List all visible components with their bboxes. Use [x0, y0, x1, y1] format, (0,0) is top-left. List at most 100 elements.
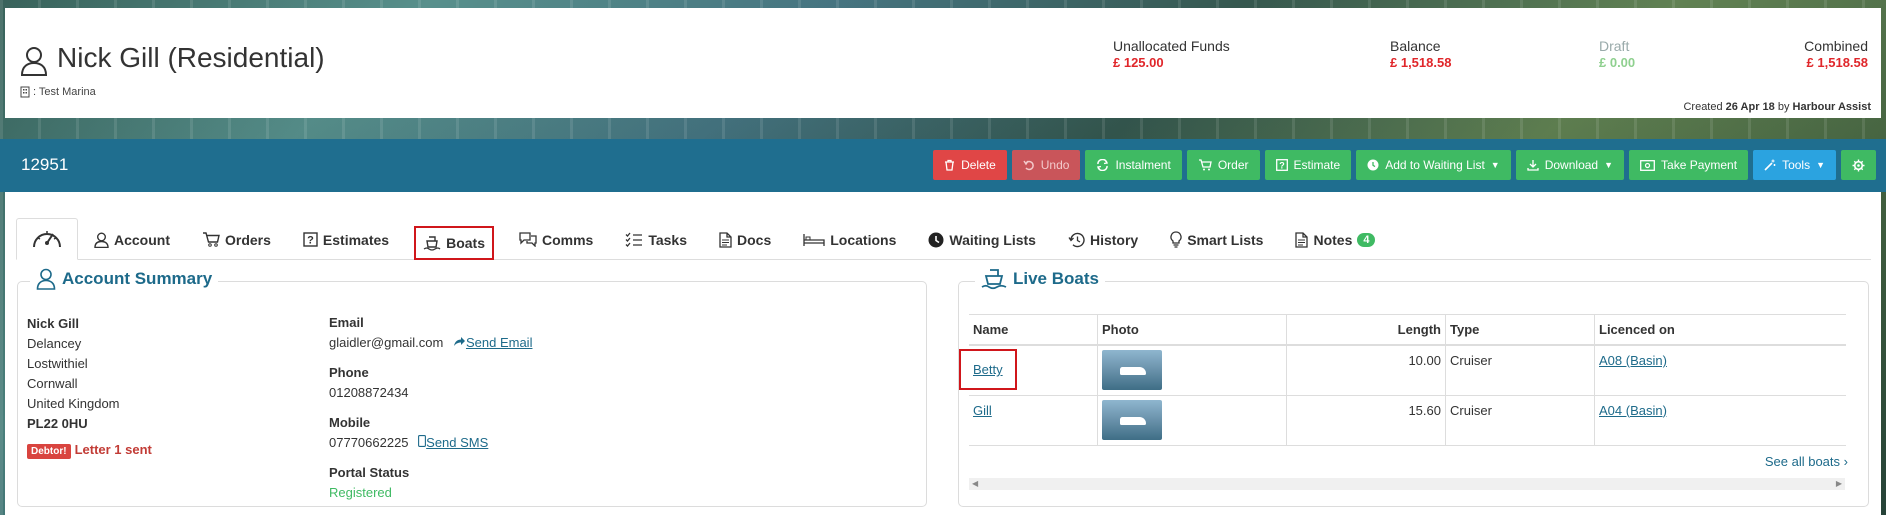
download-icon [1527, 160, 1539, 171]
created-by: Harbour Assist [1792, 101, 1871, 113]
document-icon [719, 231, 732, 248]
combined-value: £ 1,518.58 [1806, 55, 1868, 70]
draft-label: Draft [1599, 38, 1630, 54]
boat-photo[interactable] [1102, 350, 1162, 390]
caret-down-icon: ▼ [1490, 160, 1500, 170]
clock-icon [1367, 159, 1379, 171]
draft: Draft £ 0.00 [1599, 38, 1635, 70]
trash-icon [945, 159, 955, 171]
unallocated-funds-value: £ 125.00 [1113, 55, 1164, 70]
instalment-button[interactable]: Instalment [1085, 150, 1182, 180]
boat-photo[interactable] [1102, 399, 1162, 440]
tab-orders[interactable]: Orders [186, 219, 287, 260]
add-to-waiting-list-button[interactable]: Add to Waiting List ▼ [1356, 150, 1511, 180]
tab-comms[interactable]: Comms [503, 219, 609, 260]
delete-button[interactable]: Delete [933, 150, 1007, 180]
boat-length: 15.60 [1286, 395, 1446, 446]
portal-status-value: Registered [329, 485, 392, 500]
tab-history[interactable]: History [1052, 219, 1154, 260]
created-prefix: Created [1683, 101, 1723, 113]
balance-label: Balance [1390, 38, 1441, 54]
order-button[interactable]: Order [1186, 150, 1260, 180]
boats-table: Name Photo Length Type Licenced on Betty… [959, 314, 1846, 446]
download-button[interactable]: Download ▼ [1515, 150, 1625, 180]
tab-docs-label: Docs [737, 231, 772, 248]
tab-bar: Account Orders ? Estimates Boats Comms T… [16, 218, 1391, 260]
tab-notes[interactable]: Notes 4 [1279, 219, 1391, 260]
waiting-list-label: Add to Waiting List [1385, 158, 1485, 172]
contact-details: Email glaidler@gmail.com Send Email Phon… [329, 313, 532, 503]
licence-location-link[interactable]: A04 (Basin) [1599, 403, 1667, 418]
tab-dashboard[interactable] [16, 218, 78, 260]
estimate-button[interactable]: ? Estimate [1264, 150, 1352, 180]
tab-boats-label: Boats [446, 235, 485, 251]
undo-button[interactable]: Undo [1011, 150, 1081, 180]
send-email-label: Send Email [465, 335, 533, 350]
column-header-length[interactable]: Length [1286, 314, 1446, 346]
combined: Combined £ 1,518.58 [1788, 38, 1868, 70]
tab-tasks[interactable]: Tasks [609, 219, 703, 260]
take-payment-label: Take Payment [1661, 158, 1738, 172]
tab-estimates[interactable]: ? Estimates [287, 219, 405, 260]
caret-down-icon: ▼ [1816, 160, 1825, 170]
licence-location-link[interactable]: A08 (Basin) [1599, 353, 1667, 368]
undo-label: Undo [1040, 158, 1070, 172]
contact-name: Nick Gill [27, 316, 80, 331]
download-label: Download [1544, 158, 1599, 172]
estimate-label: Estimate [1293, 158, 1341, 172]
boat-name-link[interactable]: Betty [959, 349, 1017, 390]
address-block: Nick Gill Delancey Lostwithiel Cornwall … [27, 314, 152, 462]
draft-value: £ 0.00 [1599, 55, 1636, 70]
marina-name: : Test Marina [33, 86, 96, 98]
boat-length: 10.00 [1286, 345, 1446, 396]
unallocated-funds-label: Unallocated Funds [1113, 38, 1230, 54]
money-icon [1640, 159, 1655, 171]
mobile-value: 07770662225 [329, 435, 409, 450]
table-header-row: Name Photo Length Type Licenced on [969, 314, 1846, 346]
column-header-licenced-on[interactable]: Licenced on [1594, 314, 1846, 346]
send-sms-link[interactable]: Send SMS [418, 435, 488, 450]
address-line: Lostwithiel [27, 356, 88, 371]
svg-text:?: ? [307, 235, 314, 247]
address-line: Delancey [27, 336, 82, 351]
see-all-boats-link[interactable]: See all boats › [1765, 454, 1848, 469]
undo-icon [1023, 160, 1034, 171]
boat-type: Cruiser [1445, 395, 1595, 446]
tab-tasks-label: Tasks [648, 231, 688, 248]
column-header-photo[interactable]: Photo [1097, 314, 1287, 346]
dashboard-gauge-icon [33, 231, 61, 248]
tab-boats[interactable]: Boats [414, 226, 494, 260]
tab-docs[interactable]: Docs [703, 219, 787, 260]
delete-label: Delete [961, 158, 996, 172]
settings-button[interactable] [1841, 150, 1876, 180]
gear-icon [1852, 159, 1865, 171]
send-email-link[interactable]: Send Email [453, 335, 532, 350]
unallocated-funds: Unallocated Funds £ 125.00 [1113, 38, 1230, 70]
tab-estimates-label: Estimates [322, 231, 390, 248]
live-boats-panel: Live Boats Name Photo Length Type Licenc… [958, 268, 1869, 507]
mobile-phone-icon [418, 435, 427, 447]
tools-button[interactable]: Tools ▼ [1753, 150, 1836, 180]
person-icon [20, 47, 48, 76]
tab-account[interactable]: Account [78, 219, 186, 260]
balance: Balance £ 1,518.58 [1390, 38, 1451, 70]
toolbar: 12951 Delete Undo Instalment Order ? Est… [0, 139, 1886, 192]
phone-value: 01208872434 [329, 385, 409, 400]
boat-name-link[interactable]: Gill [973, 403, 992, 418]
cart-icon [203, 232, 220, 247]
see-all-boats-label: See all boats [1764, 454, 1841, 469]
horizontal-scrollbar[interactable]: ◀ ▶ [969, 478, 1845, 490]
page-title: Nick Gill (Residential) [57, 42, 325, 73]
tab-history-label: History [1089, 231, 1139, 248]
take-payment-button[interactable]: Take Payment [1629, 150, 1749, 180]
order-label: Order [1217, 158, 1249, 172]
column-header-type[interactable]: Type [1445, 314, 1595, 346]
table-row: Betty 10.00 Cruiser A08 (Basin) [959, 345, 1846, 396]
scroll-right-icon[interactable]: ▶ [1836, 478, 1842, 490]
tab-waiting-lists[interactable]: Waiting Lists [912, 219, 1052, 260]
scroll-left-icon[interactable]: ◀ [972, 478, 978, 490]
created-date: 26 Apr 18 [1725, 101, 1775, 113]
column-header-name[interactable]: Name [969, 314, 1098, 346]
tab-locations[interactable]: Locations [787, 219, 912, 260]
tab-smart-lists[interactable]: Smart Lists [1154, 219, 1279, 260]
